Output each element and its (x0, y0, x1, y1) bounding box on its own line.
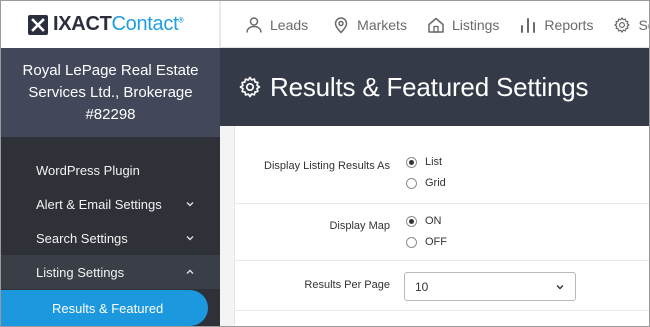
sidebar-item-label: Search Settings (36, 230, 128, 246)
radio-map-on[interactable]: ON (406, 215, 442, 227)
chevron-down-icon (186, 236, 194, 241)
map-pin-icon (334, 16, 348, 34)
main-nav: Leads Markets Listings Reports Setup (220, 1, 649, 48)
nav-item-label: Listings (451, 16, 500, 33)
row-divider (235, 203, 649, 204)
sidebar-item-label: Listing Settings (36, 264, 125, 280)
radio-label: List (425, 156, 443, 168)
settings-panel: Display Listing Results As List Grid Dis… (234, 126, 649, 326)
gear-icon (614, 16, 631, 33)
radio-label: ON (425, 215, 442, 227)
page-header: Results & Featured Settings (220, 48, 649, 126)
nav-item-label: Leads (270, 16, 309, 33)
sidebar-subitem-results-featured[interactable]: Results & Featured (1, 290, 208, 326)
chevron-down-icon (556, 284, 564, 289)
nav-item-leads[interactable]: Leads (221, 1, 322, 48)
radio-button[interactable] (406, 236, 417, 248)
page-title: Results & Featured Settings (270, 71, 589, 102)
results-per-page-label: Results Per Page (304, 279, 390, 291)
person-icon (246, 16, 262, 33)
chevron-down-icon (186, 202, 194, 207)
sidebar-item-label: WordPress Plugin (36, 162, 140, 178)
nav-item-reports[interactable]: Reports (513, 1, 607, 48)
nav-item-listings[interactable]: Listings (421, 1, 513, 48)
account-line: Royal LePage Real Estate (22, 62, 199, 79)
house-icon (428, 17, 444, 33)
sidebar: Royal LePage Real Estate Services Ltd., … (1, 48, 220, 326)
chevron-up-icon (186, 269, 194, 274)
display-results-label: Display Listing Results As (264, 160, 390, 172)
account-name: Royal LePage Real Estate Services Ltd., … (1, 48, 220, 137)
account-line: #82298 (85, 106, 136, 123)
nav-item-label: Reports (544, 16, 594, 33)
row-divider (235, 310, 649, 311)
nav-item-label: Setup (638, 16, 649, 33)
nav-item-label: Markets (357, 16, 407, 33)
gear-icon (239, 76, 261, 98)
radio-label: OFF (425, 236, 447, 248)
display-map-label: Display Map (329, 220, 390, 232)
account-line: Services Ltd., Brokerage (28, 84, 193, 101)
nav-item-markets[interactable]: Markets (322, 1, 421, 48)
sidebar-subitem-label: Results & Featured (52, 300, 164, 316)
sidebar-item-wordpress-plugin[interactable]: WordPress Plugin (1, 153, 220, 187)
radio-button[interactable] (406, 177, 417, 189)
brand-name: IXACTContact® (53, 13, 184, 35)
top-bar: IXACTContact® Leads Markets Listings Rep… (1, 1, 649, 48)
radio-button-checked[interactable] (406, 215, 417, 227)
app-window: IXACTContact® Leads Markets Listings Rep… (0, 0, 650, 327)
results-per-page-select[interactable]: 10 (404, 272, 576, 301)
radio-button-checked[interactable] (406, 156, 417, 168)
radio-label: Grid (425, 177, 446, 189)
sidebar-item-label: Alert & Email Settings (36, 196, 162, 212)
sidebar-menu: WordPress Plugin Alert & Email Settings … (1, 153, 220, 289)
main-content: Display Listing Results As List Grid Dis… (220, 126, 649, 326)
sidebar-item-listing-settings[interactable]: Listing Settings (1, 255, 220, 289)
logo-mark-icon (28, 14, 48, 35)
radio-map-off[interactable]: OFF (406, 236, 447, 248)
sidebar-item-search-settings[interactable]: Search Settings (1, 221, 220, 255)
sidebar-item-alert-email-settings[interactable]: Alert & Email Settings (1, 187, 220, 221)
nav-item-setup[interactable]: Setup (607, 1, 649, 48)
bar-chart-icon (521, 17, 536, 33)
row-divider (235, 260, 649, 261)
radio-list[interactable]: List (406, 156, 442, 168)
select-value: 10 (415, 279, 429, 294)
brand-logo[interactable]: IXACTContact® (1, 1, 220, 48)
radio-grid[interactable]: Grid (406, 177, 446, 189)
